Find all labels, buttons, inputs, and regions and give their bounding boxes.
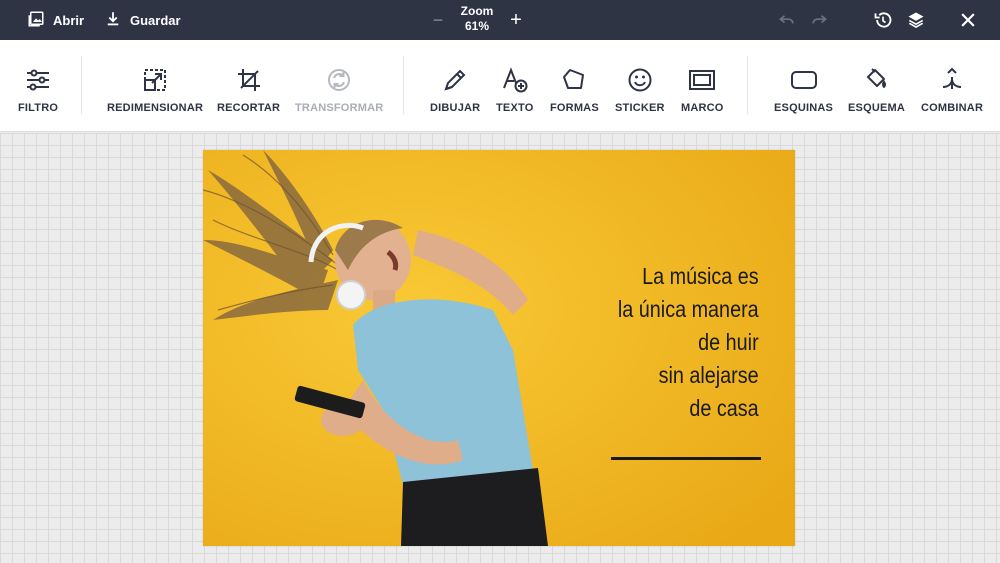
open-button[interactable]: Abrir (27, 0, 84, 40)
rounded-rect-icon (790, 66, 818, 94)
paint-bucket-icon (863, 66, 891, 94)
tool-transform: TRANSFORMAR (295, 66, 383, 114)
image-icon (27, 10, 45, 31)
tool-shapes[interactable]: FORMAS (550, 66, 599, 114)
sliders-icon (24, 66, 52, 94)
tool-label: STICKER (615, 102, 665, 114)
tool-label: MARCO (681, 102, 724, 114)
tool-sticker[interactable]: STICKER (615, 66, 665, 114)
redo-icon[interactable] (809, 10, 829, 30)
zoom-in-button[interactable]: + (508, 9, 524, 31)
tool-label: COMBINAR (921, 102, 984, 114)
divider (747, 56, 748, 114)
crop-icon (235, 66, 263, 94)
text-add-icon (501, 66, 529, 94)
history-icon[interactable] (873, 10, 893, 30)
tool-crop[interactable]: RECORTAR (217, 66, 280, 114)
divider (403, 56, 404, 114)
quote-line: de casa (689, 395, 759, 421)
divider (81, 56, 82, 114)
tool-label: TEXTO (496, 102, 534, 114)
zoom-value: 61% (464, 19, 490, 33)
undo-icon[interactable] (777, 10, 797, 30)
close-icon[interactable] (958, 10, 978, 30)
photo-canvas[interactable]: La música es la única manera de huir sin… (203, 150, 795, 546)
merge-icon (938, 66, 966, 94)
zoom-display: Zoom 61% (452, 4, 502, 34)
tool-label: ESQUINAS (774, 102, 834, 114)
pentagon-icon (560, 66, 588, 94)
layers-icon[interactable] (906, 10, 926, 30)
tool-merge[interactable]: COMBINAR (921, 66, 983, 114)
resize-icon (141, 66, 169, 94)
tool-scheme[interactable]: ESQUEMA (848, 66, 905, 114)
canvas-area[interactable]: La música es la única manera de huir sin… (0, 133, 1000, 563)
save-label: Guardar (130, 12, 181, 28)
quote-line: La música es (642, 263, 759, 289)
tool-draw[interactable]: DIBUJAR (430, 66, 480, 114)
tool-text[interactable]: TEXTO (496, 66, 533, 114)
open-label: Abrir (53, 12, 85, 28)
tool-bar: FILTRO REDIMENSIONAR RECORTAR TRANSFORMA… (0, 40, 1000, 132)
tool-label: DIBUJAR (430, 102, 481, 114)
top-bar: Abrir Guardar − Zoom 61% + (0, 0, 1000, 40)
tool-filter[interactable]: FILTRO (18, 66, 58, 114)
quote-text[interactable]: La música es la única manera de huir sin… (618, 260, 759, 425)
smiley-icon (626, 66, 654, 94)
quote-line: sin alejarse (658, 362, 759, 388)
tool-frame[interactable]: MARCO (681, 66, 724, 114)
tool-label: TRANSFORMAR (295, 102, 384, 114)
tool-corners[interactable]: ESQUINAS (774, 66, 833, 114)
quote-underline[interactable] (611, 457, 761, 460)
save-button[interactable]: Guardar (104, 0, 181, 40)
frame-icon (688, 66, 716, 94)
download-icon (104, 10, 122, 31)
quote-line: de huir (698, 329, 759, 355)
pencil-icon (441, 66, 469, 94)
rotate-icon (325, 66, 353, 94)
tool-resize[interactable]: REDIMENSIONAR (107, 66, 203, 114)
tool-label: FILTRO (18, 102, 59, 114)
tool-label: REDIMENSIONAR (107, 102, 204, 114)
quote-line: la única manera (618, 296, 759, 322)
tool-label: FORMAS (550, 102, 599, 114)
zoom-label: Zoom (460, 4, 494, 18)
tool-label: RECORTAR (217, 102, 281, 114)
zoom-out-button[interactable]: − (430, 9, 446, 31)
tool-label: ESQUEMA (848, 102, 906, 114)
